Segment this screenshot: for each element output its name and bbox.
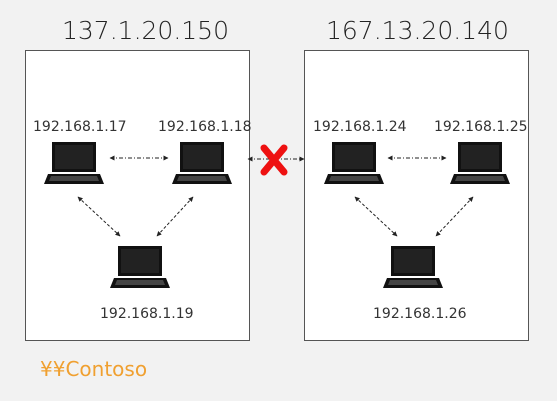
- network-title-right: 167.13.20.140: [326, 16, 509, 45]
- share-path-label: ¥¥Contoso: [40, 357, 148, 381]
- host-label: 192.168.1.26: [373, 306, 467, 322]
- laptop-icon: [110, 246, 170, 288]
- laptop-icon: [172, 142, 232, 184]
- laptop-icon: [44, 142, 104, 184]
- network-panel-left: [25, 50, 250, 341]
- host-label: 192.168.1.19: [100, 306, 194, 322]
- host-label: 192.168.1.17: [33, 119, 127, 135]
- laptop-icon: [450, 142, 510, 184]
- laptop-icon: [324, 142, 384, 184]
- network-panel-right: [304, 50, 529, 341]
- red-x-icon: [260, 144, 288, 176]
- network-title-left: 137.1.20.150: [62, 16, 229, 45]
- laptop-icon: [383, 246, 443, 288]
- diagram-canvas: 137.1.20.150 167.13.20.140 192.168.1.17 …: [0, 0, 557, 401]
- network-diagram: [25, 50, 529, 341]
- host-label: 192.168.1.18: [158, 119, 252, 135]
- host-label: 192.168.1.24: [313, 119, 407, 135]
- host-label: 192.168.1.25: [434, 119, 528, 135]
